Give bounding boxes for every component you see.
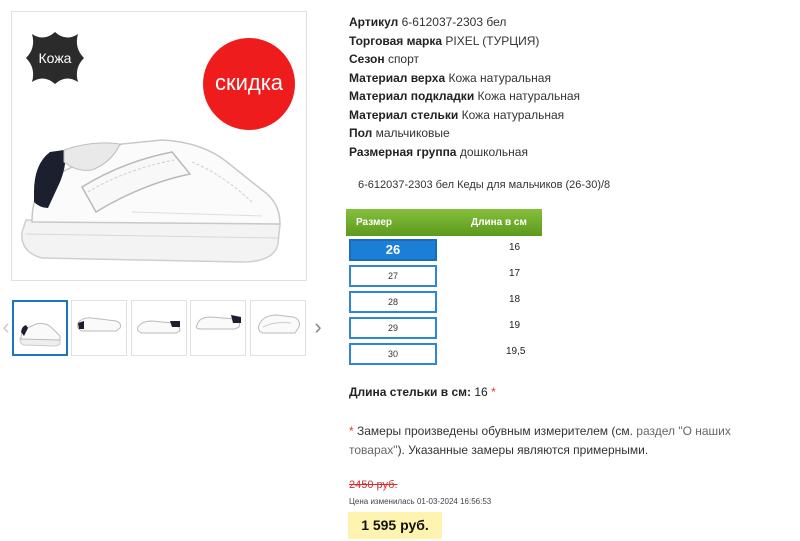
size-table: Размер Длина в см 26 16 27 17 28 18 29 1… [346,209,542,366]
spec-label: Пол [349,126,373,140]
sneaker-side-thumb-icon [19,323,61,347]
sale-badge: скидка [203,38,295,130]
chevron-right-icon[interactable]: › [312,315,324,339]
old-price: 2450 руб. [349,479,398,491]
spec-insole-material: Материал стельки Кожа натуральная [349,106,789,125]
size-table-header: Размер Длина в см [346,209,542,236]
measurement-note: * Замеры произведены обувным измерителем… [349,422,779,460]
thumbnail-3[interactable] [131,300,187,356]
sneaker-pair-thumb-icon [137,320,181,334]
thumbnail-2[interactable] [71,300,127,356]
spec-gender: Пол мальчиковые [349,124,789,143]
length-value: 17 [509,268,521,279]
main-product-image[interactable]: Кожа скидка [11,11,307,281]
spec-label: Артикул [349,15,399,29]
spec-brand: Торговая марка PIXEL (ТУРЦИЯ) [349,32,789,51]
spec-lining-material: Материал подкладки Кожа натуральная [349,87,789,106]
footnote-star: * [491,385,496,399]
thumbnail-1[interactable] [12,300,68,356]
spec-article: Артикул 6-612037-2303 бел [349,13,789,32]
leather-label: Кожа [38,50,72,66]
spec-upper-material: Материал верха Кожа натуральная [349,69,789,88]
sneaker-sole-thumb-icon [258,314,300,334]
size-option[interactable]: 28 [349,291,437,313]
model-description: 6-612037-2303 бел Кеды для мальчиков (26… [358,179,611,191]
insole-label: Длина стельки в см: [349,385,472,399]
spec-value: Кожа натуральная [448,70,551,85]
size-row: 27 17 [346,263,542,288]
thumbnail-4[interactable] [190,300,246,356]
spec-size-group: Размерная группа дошкольная [349,143,789,162]
leather-badge: Кожа [24,28,86,88]
spec-value: Кожа натуральная [461,107,565,122]
sneaker-back-thumb-icon [196,315,241,330]
size-option[interactable]: 29 [349,317,437,339]
spec-label: Материал подкладки [349,89,475,103]
current-price: 1 595 руб. [348,512,442,539]
sneaker-top-thumb-icon [77,317,121,332]
size-row: 28 18 [346,289,542,314]
spec-value: 6-612037-2303 бел [401,15,507,29]
spec-season: Сезон спорт [349,50,789,69]
size-option[interactable]: 27 [349,265,437,287]
spec-value: PIXEL (ТУРЦИЯ) [445,33,540,48]
size-option[interactable]: 30 [349,343,437,365]
length-value: 19 [509,320,521,331]
chevron-left-icon[interactable]: ‹ [0,315,12,339]
spec-label: Материал верха [349,70,446,85]
size-row: 29 19 [346,315,542,340]
insole-length: Длина стельки в см: 16 * [349,385,496,399]
product-characteristics: Артикул 6-612037-2303 бел Торговая марка… [349,13,789,161]
size-row: 30 19,5 [346,341,542,366]
length-value: 18 [509,294,521,305]
spec-label: Размерная группа [349,144,457,159]
spec-value: Кожа натуральная [477,89,581,103]
spec-value: мальчиковые [375,126,450,140]
note-text-after: ). Указанные замеры являются примерными. [397,443,649,457]
size-row: 26 16 [346,237,542,262]
spec-label: Материал стельки [349,107,459,122]
size-header: Размер [356,217,393,228]
spec-label: Торговая марка [349,33,443,48]
note-text-before: Замеры произведены обувным измерителем (… [353,424,637,438]
thumbnail-strip: ‹ › [0,300,330,358]
size-option-selected[interactable]: 26 [349,239,437,261]
spec-value: дошкольная [459,144,528,159]
length-value: 19,5 [506,346,526,357]
insole-value: 16 [474,385,488,399]
length-value: 16 [509,242,521,253]
spec-label: Сезон [349,52,385,66]
price-changed-date: Цена изменилась 01-03-2024 16:56:53 [349,497,492,506]
thumbnail-5[interactable] [250,300,306,356]
length-header: Длина в см [471,217,527,228]
spec-value: спорт [387,52,420,66]
